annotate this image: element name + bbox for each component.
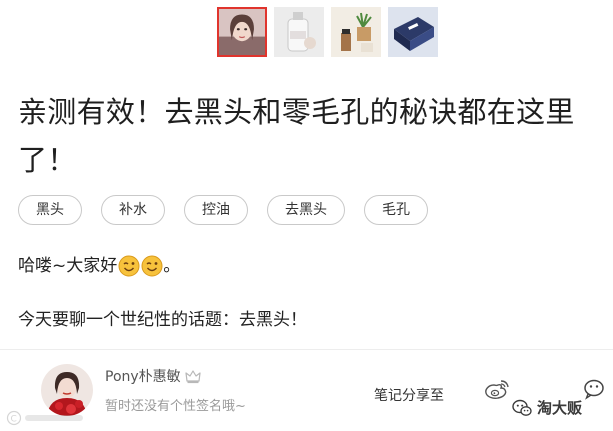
svg-text:C: C (11, 415, 17, 425)
portrait-photo-icon (219, 9, 265, 55)
section-divider (0, 349, 613, 350)
thumbnail-portrait[interactable] (217, 7, 267, 57)
product-box-photo-icon (388, 7, 438, 57)
wechat-icon[interactable] (583, 378, 613, 402)
wink-face-icon (118, 255, 140, 277)
greeting-suffix: 。 (163, 256, 181, 276)
author-signature: 暂时还没有个性签名哦~ (105, 399, 246, 414)
thumbnail-cosmetics[interactable] (331, 7, 381, 57)
wechat-logo-icon (512, 399, 532, 417)
weibo-icon[interactable] (484, 378, 510, 400)
author-name: Pony朴惠敏 (105, 369, 181, 385)
tag-item[interactable]: 补水 (101, 195, 165, 225)
source-watermark: 淘大贩 (512, 397, 582, 418)
product-bottle-photo-icon (274, 7, 324, 57)
author-avatar[interactable] (41, 364, 93, 416)
article-title: 亲测有效！去黑头和零毛孔的秘诀都在这里了！ (18, 95, 575, 177)
tag-item[interactable]: 黑头 (18, 195, 82, 225)
greeting-paragraph: 哈喽~大家好 。 (18, 253, 180, 279)
image-watermark: C (6, 410, 86, 426)
intro-paragraph: 今天要聊一个世纪性的话题：去黑头！ (18, 310, 307, 330)
watermark-text: 淘大贩 (537, 399, 583, 417)
author-name-link[interactable]: Pony朴惠敏 (105, 367, 201, 387)
cosmetics-plant-photo-icon (331, 7, 381, 57)
tag-item[interactable]: 毛孔 (364, 195, 428, 225)
crown-icon (185, 370, 201, 384)
thumbnail-bottle[interactable] (274, 7, 324, 57)
wink-face-icon (141, 255, 163, 277)
share-label: 笔记分享至 (374, 388, 444, 404)
tag-list: 黑头 补水 控油 去黑头 毛孔 (18, 195, 428, 225)
greeting-text: 哈喽~大家好 (18, 256, 118, 276)
tag-item[interactable]: 去黑头 (267, 195, 345, 225)
thumbnail-gallery (217, 7, 438, 57)
tag-item[interactable]: 控油 (184, 195, 248, 225)
thumbnail-box[interactable] (388, 7, 438, 57)
